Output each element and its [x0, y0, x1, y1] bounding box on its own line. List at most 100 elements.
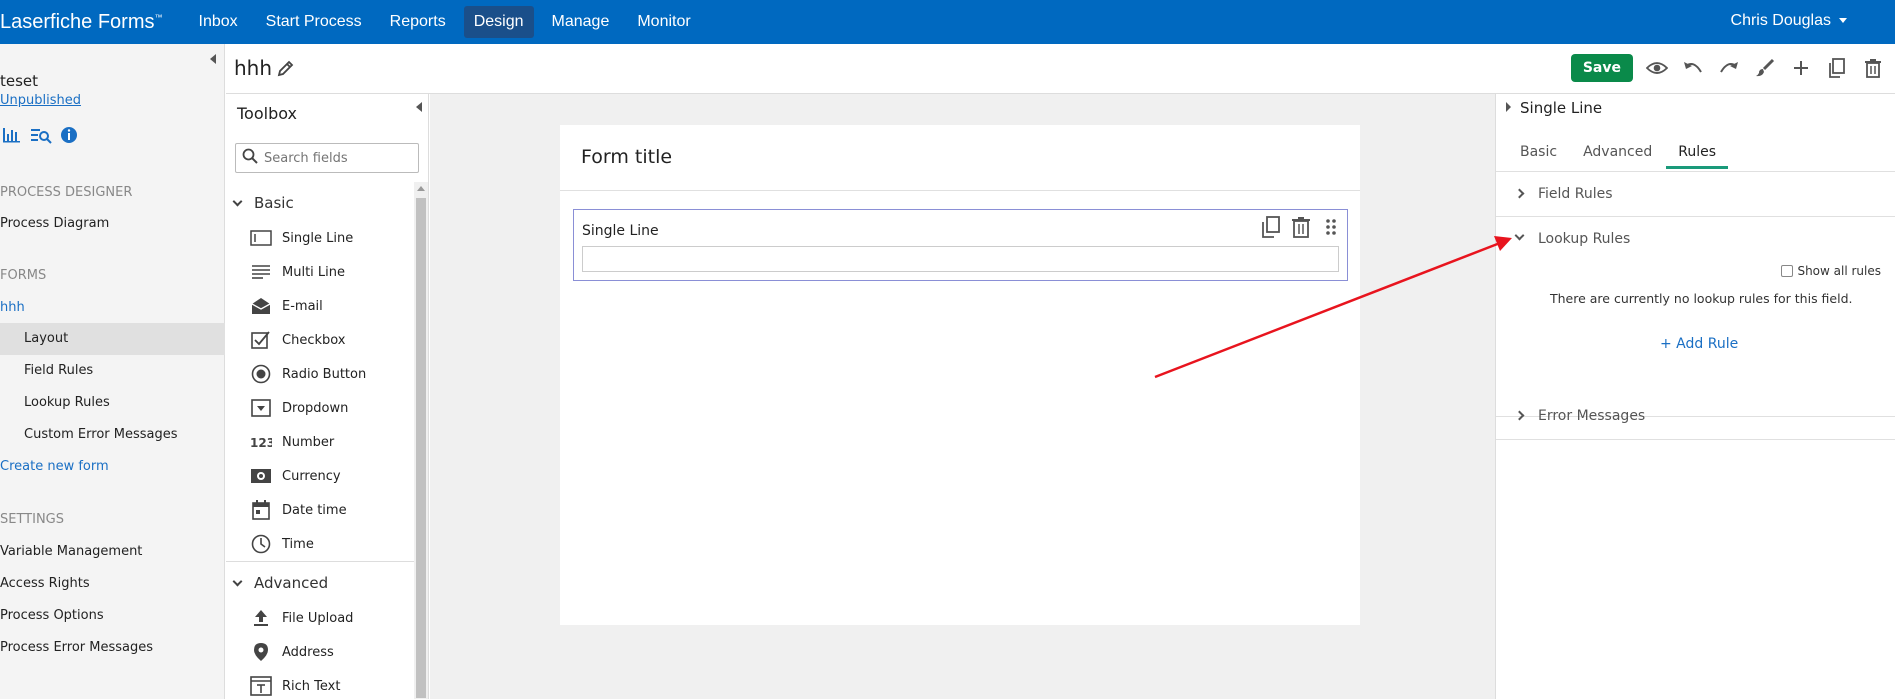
section-label: Error Messages — [1538, 408, 1646, 424]
redo-icon[interactable] — [1717, 56, 1741, 80]
no-rules-message: There are currently no lookup rules for … — [1550, 291, 1853, 306]
search-list-icon[interactable] — [30, 126, 52, 148]
plus-icon[interactable] — [1789, 56, 1813, 80]
sidebar-toolbar — [2, 126, 78, 148]
toolbox-item-file-upload[interactable]: File Upload — [250, 603, 353, 633]
toolbox-group-basic[interactable]: Basic — [232, 194, 294, 212]
nav-start-process[interactable]: Start Process — [256, 6, 372, 38]
group-label: Advanced — [254, 574, 329, 592]
save-button[interactable]: Save — [1570, 54, 1633, 82]
title-actions: Save — [1570, 54, 1885, 82]
sidebar-item-lookup-rules[interactable]: Lookup Rules — [0, 387, 225, 419]
tab-basic[interactable]: Basic — [1520, 144, 1557, 169]
calendar-icon — [250, 500, 272, 520]
svg-text:123: 123 — [250, 436, 272, 449]
email-icon — [250, 296, 272, 316]
upload-icon — [250, 608, 272, 628]
toolbox-panel: Toolbox Basic Single Line Multi Line E-m… — [226, 94, 429, 699]
toolbox-item-single-line[interactable]: Single Line — [250, 223, 353, 253]
collapse-sidebar-icon[interactable] — [210, 54, 216, 64]
section-label: Field Rules — [1538, 186, 1613, 202]
sidebar-item-process-error-messages[interactable]: Process Error Messages — [0, 640, 153, 655]
left-sidebar: teset Unpublished PROCESS DESIGNER Proce… — [0, 44, 225, 699]
tab-advanced[interactable]: Advanced — [1583, 144, 1652, 169]
form-canvas: Form title Single Line — [430, 94, 1495, 699]
form-title-bar: hhh Save — [226, 44, 1895, 94]
toolbox-item-label: Time — [282, 536, 314, 552]
scroll-up-icon[interactable] — [417, 186, 425, 191]
create-new-form-link[interactable]: Create new form — [0, 459, 109, 474]
eye-icon[interactable] — [1645, 56, 1669, 80]
toolbox-item-label: E-mail — [282, 298, 323, 314]
toolbox-group-advanced[interactable]: Advanced — [232, 574, 329, 592]
field-toolbar — [1261, 216, 1341, 242]
toolbox-item-number[interactable]: 123 Number — [250, 427, 334, 457]
error-messages-section[interactable]: Error Messages — [1496, 394, 1895, 440]
paintbrush-icon[interactable] — [1753, 56, 1777, 80]
toolbox-item-date-time[interactable]: Date time — [250, 495, 347, 525]
toolbox-scrollbar[interactable] — [414, 182, 428, 699]
publish-status-link[interactable]: Unpublished — [0, 93, 81, 108]
sidebar-item-field-rules[interactable]: Field Rules — [0, 355, 225, 387]
chevron-down-icon[interactable] — [1514, 230, 1525, 241]
caret-right-icon[interactable] — [1506, 102, 1511, 112]
info-icon[interactable] — [60, 126, 78, 148]
chevron-right-icon — [1514, 188, 1525, 199]
undo-icon[interactable] — [1681, 56, 1705, 80]
copy-icon[interactable] — [1825, 56, 1849, 80]
toolbox-item-radio-button[interactable]: Radio Button — [250, 359, 366, 389]
nav-inbox[interactable]: Inbox — [189, 6, 248, 38]
form-title[interactable]: Form title — [581, 146, 672, 168]
toolbox-item-label: File Upload — [282, 610, 354, 626]
user-name: Chris Douglas — [1730, 12, 1831, 29]
toolbox-search[interactable] — [235, 143, 419, 173]
single-line-field[interactable]: Single Line — [573, 209, 1348, 281]
pencil-icon[interactable] — [276, 58, 296, 82]
user-menu[interactable]: Chris Douglas — [1731, 12, 1847, 30]
show-all-checkbox[interactable] — [1781, 265, 1794, 277]
toolbox-item-dropdown[interactable]: Dropdown — [250, 393, 348, 423]
scrollbar-thumb[interactable] — [416, 198, 426, 698]
show-all-rules-option[interactable]: Show all rules — [1781, 264, 1881, 278]
trash-icon[interactable] — [1291, 216, 1311, 242]
brand-logo[interactable]: Laserfiche Forms™ — [0, 11, 163, 34]
section-label[interactable]: Lookup Rules — [1538, 231, 1630, 247]
trash-icon[interactable] — [1861, 56, 1885, 80]
toolbox-divider — [226, 561, 415, 562]
forms-header: FORMS — [0, 268, 47, 283]
sidebar-item-process-options[interactable]: Process Options — [0, 608, 104, 623]
checkbox-icon — [250, 330, 272, 350]
drag-handle-icon[interactable] — [1321, 216, 1341, 242]
toolbox-item-checkbox[interactable]: Checkbox — [250, 325, 346, 355]
single-line-input[interactable] — [582, 246, 1339, 272]
sidebar-item-variable-management[interactable]: Variable Management — [0, 544, 142, 559]
nav-monitor[interactable]: Monitor — [627, 6, 700, 38]
toolbox-item-time[interactable]: Time — [250, 529, 314, 559]
sidebar-item-layout[interactable]: Layout — [0, 323, 225, 355]
copy-icon[interactable] — [1261, 216, 1281, 242]
toolbox-item-label: Address — [282, 644, 334, 660]
sidebar-item-access-rights[interactable]: Access Rights — [0, 576, 90, 591]
chevron-down-icon — [232, 196, 243, 206]
settings-header: SETTINGS — [0, 512, 65, 527]
tab-rules[interactable]: Rules — [1666, 144, 1729, 169]
properties-tabs: Basic Advanced Rules — [1520, 144, 1729, 169]
search-fields-input[interactable] — [264, 150, 414, 166]
sidebar-item-form-hhh[interactable]: hhh — [0, 300, 25, 315]
sidebar-item-custom-error-messages[interactable]: Custom Error Messages — [0, 419, 225, 451]
group-label: Basic — [254, 194, 294, 212]
nav-reports[interactable]: Reports — [380, 6, 456, 38]
nav-manage[interactable]: Manage — [542, 6, 620, 38]
sidebar-item-process-diagram[interactable]: Process Diagram — [0, 216, 109, 231]
lookup-rules-section: Lookup Rules — [1496, 217, 1895, 417]
field-rules-section[interactable]: Field Rules — [1496, 171, 1895, 217]
collapse-toolbox-icon[interactable] — [416, 102, 422, 112]
toolbox-item-currency[interactable]: Currency — [250, 461, 341, 491]
toolbox-item-multi-line[interactable]: Multi Line — [250, 257, 345, 287]
toolbox-item-email[interactable]: E-mail — [250, 291, 323, 321]
add-rule-link[interactable]: + Add Rule — [1660, 336, 1738, 352]
report-chart-icon[interactable] — [2, 126, 22, 148]
nav-design[interactable]: Design — [463, 6, 534, 38]
toolbox-item-rich-text[interactable]: Rich Text — [250, 671, 340, 699]
toolbox-item-address[interactable]: Address — [250, 637, 334, 667]
